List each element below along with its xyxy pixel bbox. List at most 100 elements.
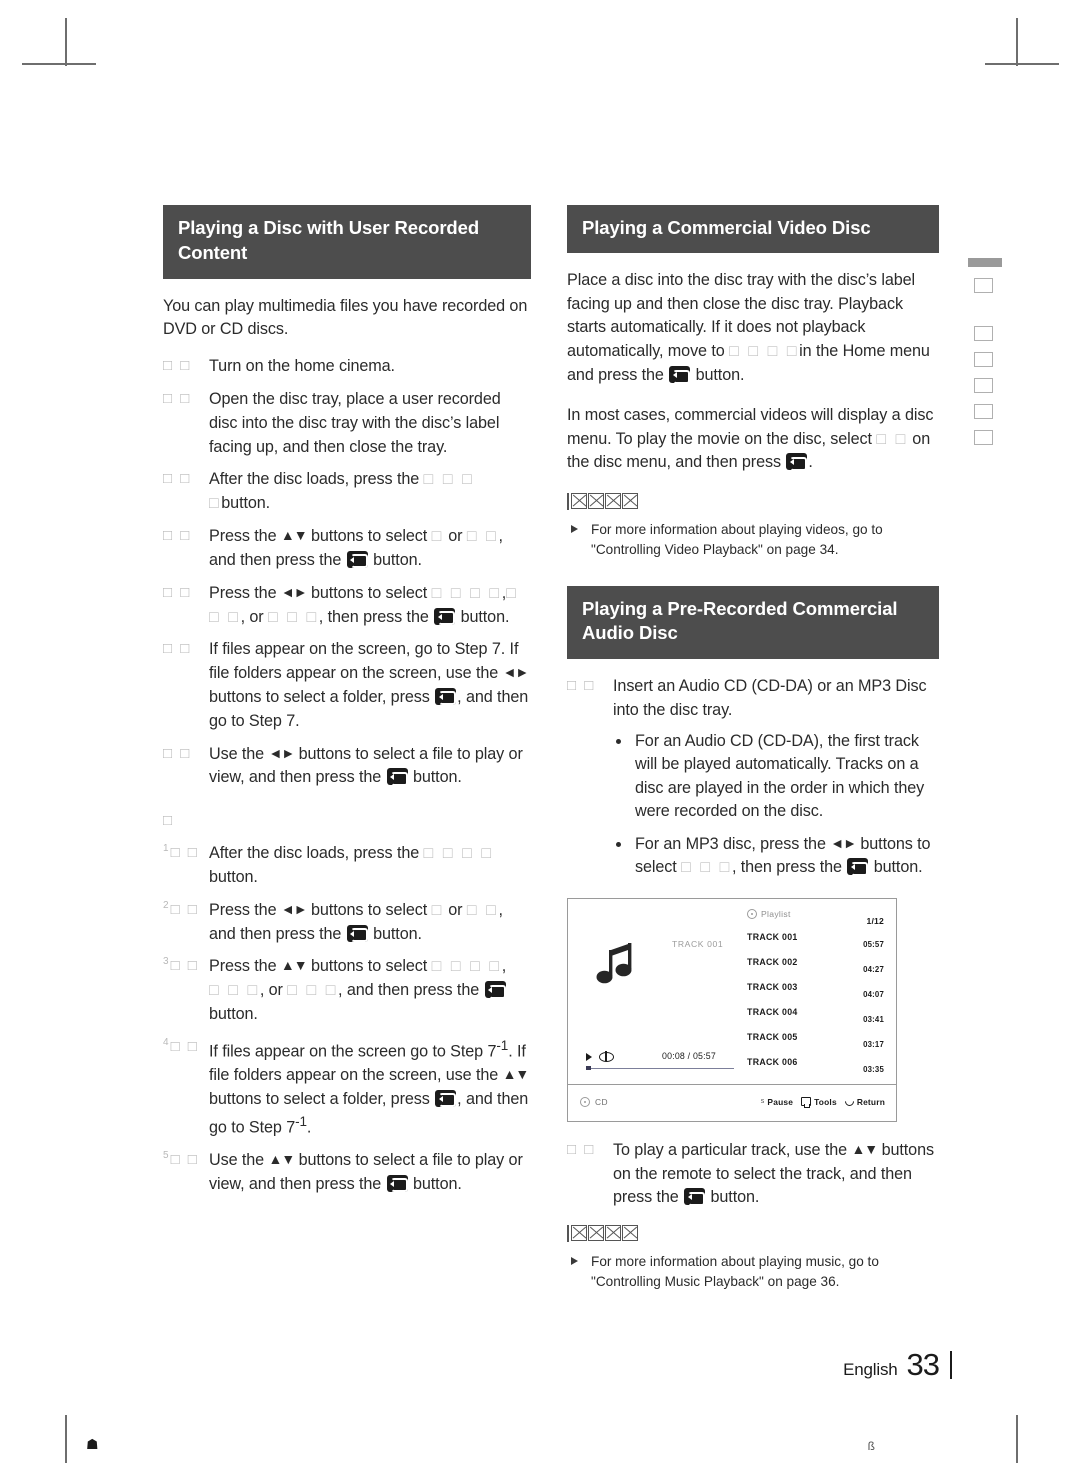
sub-text-end: button. — [869, 858, 923, 877]
note-box-icon — [604, 493, 621, 510]
audio-steps-list: □ □ Insert an Audio CD (CD-DA) or an MP3… — [567, 675, 939, 880]
now-playing-title: TRACK 001 — [672, 938, 724, 949]
step-text: buttons to select — [306, 900, 432, 919]
step-text: or — [443, 527, 467, 546]
audio-steps-list-2: □ □ To play a particular track, use the … — [567, 1139, 939, 1210]
step-item: 5□ □ Use the ▲▼ buttons to select a file… — [163, 1149, 531, 1197]
step-text: After the disc loads, press the — [209, 844, 424, 863]
enter-button-icon — [435, 687, 457, 706]
step-text-end: button. — [408, 768, 462, 787]
video-paragraph-1: Place a disc into the disc tray with the… — [567, 269, 939, 388]
step-marker: □ □ — [163, 357, 192, 375]
step-text: Insert an Audio CD (CD-DA) or an MP3 Dis… — [613, 677, 927, 720]
intro-paragraph: You can play multimedia files you have r… — [163, 296, 528, 339]
track-name: TRACK 005 — [747, 1031, 798, 1042]
step-marker: □ □ — [163, 527, 192, 545]
track-name: TRACK 001 — [747, 931, 798, 942]
right-column: Playing a Commercial Video Disc Place a … — [567, 205, 939, 1292]
missing-glyph: □ □ □ □ — [431, 957, 502, 976]
tools-key-hint[interactable]: Tools — [801, 1096, 837, 1109]
progress-bar[interactable] — [586, 1067, 735, 1070]
note-heading — [567, 1224, 939, 1243]
playback-state-icons — [586, 1051, 615, 1062]
step-marker: □ □ — [567, 1140, 596, 1158]
step-marker: 1□ □ — [163, 843, 199, 862]
track-row[interactable]: TRACK 001 05:57 — [733, 932, 896, 957]
step-text: Open the disc tray, place a user recorde… — [209, 390, 501, 456]
cd-source-icon — [580, 1096, 591, 1107]
leftright-arrow-icon: ◄► — [268, 744, 295, 761]
step-marker: 2□ □ — [163, 899, 199, 918]
note-text-video: For more information about playing video… — [567, 520, 939, 559]
player-playlist-panel: Playlist 1/12 TRACK 001 05:57 TRACK 002 … — [733, 899, 896, 1084]
leftright-arrow-icon: ◄► — [280, 900, 308, 917]
enter-button-icon — [435, 1089, 457, 1108]
step-text: If files appear on the screen go to Step… — [209, 1042, 497, 1061]
track-row[interactable]: TRACK 004 03:41 — [733, 1007, 896, 1032]
step-text: or — [443, 900, 467, 919]
missing-glyph: □ □ □ □ — [729, 342, 800, 361]
step-text-end: button. — [368, 924, 422, 943]
return-icon — [842, 1095, 856, 1109]
step-text-end: button. — [706, 1188, 760, 1207]
footer-rule — [950, 1351, 952, 1379]
section-heading-user-recorded: Playing a Disc with User Recorded Conten… — [163, 205, 532, 279]
note-box-icon — [570, 493, 587, 510]
track-row[interactable]: TRACK 005 03:17 — [733, 1032, 896, 1057]
step-item: □ □ Turn on the home cinema. — [163, 355, 531, 379]
page-footer: English 33 — [843, 1347, 952, 1383]
enter-button-icon — [346, 550, 368, 569]
updown-arrow-icon: ▲▼ — [280, 527, 308, 544]
note-bar — [567, 493, 569, 511]
step-item: 2□ □ Press the ◄► buttons to select □ or… — [163, 899, 531, 947]
step-item: 3□ □ Press the ▲▼ buttons to select □ □ … — [163, 956, 507, 1024]
play-icon — [586, 1052, 593, 1061]
updown-arrow-icon: ▲▼ — [280, 957, 308, 974]
note-heading — [567, 492, 939, 511]
step-text-end: . — [306, 1118, 312, 1137]
section-heading-commercial-video: Playing a Commercial Video Disc — [567, 205, 939, 253]
missing-glyph: □ — [431, 527, 444, 546]
player-now-playing-panel: TRACK 001 00:08 / 05:57 — [568, 899, 735, 1084]
track-row[interactable]: TRACK 003 04:07 — [733, 982, 896, 1007]
step-item: □ □ If files appear on the screen, go to… — [163, 638, 531, 733]
track-row[interactable]: TRACK 006 03:35 — [733, 1057, 896, 1082]
subsection-tofu-heading: □ — [163, 812, 173, 830]
step-marker: 3□ □ — [163, 956, 199, 975]
player-source-indicator: CD — [580, 1096, 608, 1107]
step-item: □ □ After the disc loads, press the □ □ … — [163, 468, 531, 516]
step-text-end: button. — [221, 494, 271, 513]
track-row[interactable]: TRACK 002 04:27 — [733, 957, 896, 982]
step-text: Use the — [209, 744, 269, 763]
track-list: TRACK 001 05:57 TRACK 002 04:27 TRACK 00… — [733, 932, 896, 1082]
step-item: □ □ Press the ◄► buttons to select □ □ □… — [163, 583, 519, 626]
step-item: 4□ □ If files appear on the screen go to… — [163, 1036, 531, 1140]
step-item: □ □ Press the ▲▼ buttons to select □ or … — [163, 525, 531, 573]
two-column-layout: Playing a Disc with User Recorded Conten… — [163, 205, 939, 1292]
enter-button-icon — [786, 453, 808, 471]
step-marker: □ □ — [163, 583, 192, 601]
missing-glyph: □ □ — [876, 429, 908, 448]
track-duration: 03:35 — [863, 1064, 885, 1074]
step-marker: □ □ — [163, 744, 192, 762]
progress-bar-knob[interactable] — [586, 1065, 592, 1070]
step-marker: □ □ — [567, 677, 596, 695]
missing-glyph: □ □ □ — [287, 981, 339, 1000]
audio-subbullets: For an Audio CD (CD-DA), the first track… — [613, 730, 939, 880]
sub-text: , then press the — [731, 858, 847, 877]
step-text-end: button. — [209, 1005, 258, 1024]
step-text: buttons to select a folder, press — [209, 1089, 435, 1108]
missing-glyph: □ □ □ □ — [431, 583, 502, 602]
pause-key-glyph: s — [760, 1098, 765, 1106]
enter-button-icon — [847, 858, 869, 876]
tools-label: Tools — [814, 1096, 837, 1107]
pause-key-hint[interactable]: s Pause — [761, 1097, 793, 1107]
footer-language: English — [843, 1360, 898, 1379]
note-box-icon — [604, 1225, 621, 1242]
step-text: If files appear on the screen, go to Ste… — [209, 640, 519, 683]
leftright-arrow-icon: ◄► — [830, 834, 857, 851]
step-text: , and then press the — [338, 981, 484, 1000]
track-duration: 04:07 — [863, 989, 885, 999]
return-key-hint[interactable]: Return — [842, 1095, 885, 1109]
player-footer-bar: CD s Pause Tools Return — [568, 1085, 896, 1121]
